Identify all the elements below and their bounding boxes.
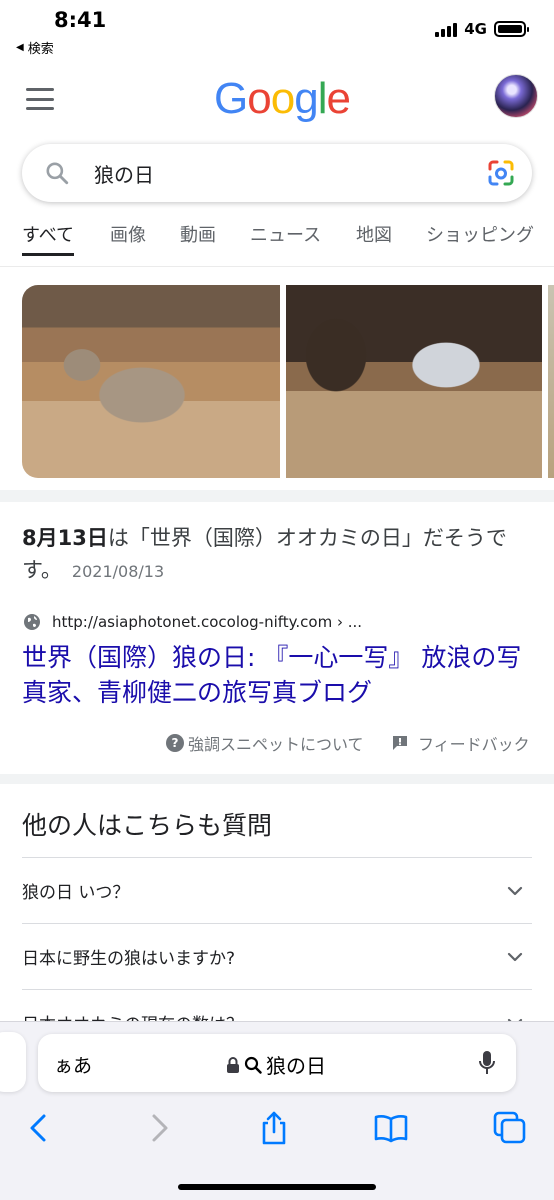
featured-snippet-text: 8月13日は「世界（国際）オオカミの日」だそうです。 2021/08/13 bbox=[22, 522, 532, 588]
network-type: 4G bbox=[464, 20, 487, 38]
tab-1[interactable]: 画像 bbox=[110, 222, 146, 268]
globe-icon bbox=[24, 614, 40, 630]
snippet-meta-row: ? 強調スニペットについて フィードバック bbox=[0, 728, 554, 756]
logo-letter: g bbox=[294, 74, 319, 123]
source-url[interactable]: http://asiaphotonet.cocolog-nifty.com › … bbox=[52, 613, 362, 631]
status-bar: 8:41 ◀ 検索 4G bbox=[0, 0, 554, 62]
forward-icon[interactable] bbox=[140, 1110, 176, 1146]
people-also-ask-heading: 他の人はこちらも質問 bbox=[22, 811, 273, 840]
about-label: 強調スニペットについて bbox=[188, 735, 364, 754]
tab-3[interactable]: ニュース bbox=[250, 222, 321, 268]
tabs-icon[interactable] bbox=[492, 1110, 528, 1146]
address-bar[interactable]: ぁあ 狼の日 bbox=[38, 1034, 516, 1092]
feedback-label: フィードバック bbox=[418, 735, 530, 754]
section-divider bbox=[0, 490, 554, 502]
lock-icon bbox=[227, 1056, 239, 1073]
cellular-signal-icon bbox=[435, 21, 458, 37]
bookmarks-icon[interactable] bbox=[373, 1110, 409, 1146]
paa-question-text: 日本に野生の狼はいますか? bbox=[22, 949, 236, 969]
snippet-answer: 8月13日 bbox=[22, 526, 108, 550]
snippet-date: 2021/08/13 bbox=[71, 562, 165, 581]
paa-question[interactable]: 日本に野生の狼はいますか? bbox=[22, 923, 532, 989]
tab-2[interactable]: 動画 bbox=[180, 222, 216, 268]
result-title-link[interactable]: 世界（国際）狼の日: 『一心一写』 放浪の写真家、青柳健二の旅写真ブログ bbox=[22, 640, 532, 710]
feedback-link[interactable]: フィードバック bbox=[392, 731, 530, 755]
logo-letter: G bbox=[214, 74, 248, 123]
paa-question[interactable]: 狼の日 いつ？ bbox=[22, 857, 532, 923]
help-icon: ? bbox=[166, 734, 184, 752]
text-size-button[interactable]: ぁあ bbox=[54, 1051, 92, 1078]
hamburger-menu-icon[interactable] bbox=[26, 88, 54, 110]
wolf-image-3[interactable] bbox=[548, 285, 554, 478]
share-icon[interactable] bbox=[256, 1110, 292, 1146]
tab-5[interactable]: ショッピング bbox=[426, 222, 534, 268]
search-tabs: すべて 画像 動画 ニュース 地図 ショッピング bbox=[0, 222, 554, 268]
search-icon bbox=[46, 162, 69, 185]
back-to-app-link[interactable]: ◀ 検索 bbox=[16, 38, 54, 57]
status-time: 8:41 bbox=[54, 8, 107, 32]
google-logo[interactable]: Google bbox=[214, 74, 351, 124]
safari-toolbar bbox=[0, 1110, 554, 1150]
google-lens-icon[interactable] bbox=[486, 158, 516, 188]
home-indicator bbox=[178, 1184, 376, 1190]
search-icon bbox=[244, 1056, 262, 1074]
search-query[interactable]: 狼の日 bbox=[94, 159, 154, 188]
image-carousel[interactable] bbox=[22, 285, 554, 478]
back-icon[interactable] bbox=[22, 1110, 58, 1146]
previous-tab-preview[interactable] bbox=[0, 1032, 26, 1092]
account-avatar[interactable] bbox=[494, 74, 538, 118]
section-divider bbox=[0, 774, 554, 784]
feedback-icon bbox=[393, 736, 407, 750]
battery-icon bbox=[494, 21, 529, 37]
result-source[interactable]: http://asiaphotonet.cocolog-nifty.com › … bbox=[22, 612, 362, 632]
wolf-image-2[interactable] bbox=[286, 285, 542, 478]
chevron-down-icon[interactable] bbox=[506, 948, 524, 966]
about-featured-snippets-link[interactable]: ? 強調スニペットについて bbox=[166, 731, 364, 755]
back-to-app-label: 検索 bbox=[27, 42, 54, 57]
logo-letter: o bbox=[270, 74, 296, 123]
status-indicators: 4G bbox=[435, 20, 529, 38]
safari-bottom-bar: ぁあ 狼の日 bbox=[0, 1021, 554, 1200]
search-box[interactable]: 狼の日 bbox=[22, 144, 532, 202]
back-triangle-icon: ◀ bbox=[16, 42, 24, 53]
address-text-group[interactable]: 狼の日 bbox=[226, 1050, 326, 1079]
logo-letter: e bbox=[326, 74, 351, 123]
tab-0[interactable]: すべて bbox=[22, 222, 75, 268]
tab-4[interactable]: 地図 bbox=[356, 222, 392, 268]
logo-letter: o bbox=[247, 74, 272, 123]
paa-question-text: 狼の日 いつ？ bbox=[22, 883, 130, 903]
chevron-down-icon[interactable] bbox=[506, 882, 524, 900]
tabs-divider bbox=[0, 266, 554, 267]
address-text: 狼の日 bbox=[266, 1054, 326, 1078]
microphone-icon[interactable] bbox=[478, 1050, 496, 1076]
wolf-image-1[interactable] bbox=[22, 285, 280, 478]
